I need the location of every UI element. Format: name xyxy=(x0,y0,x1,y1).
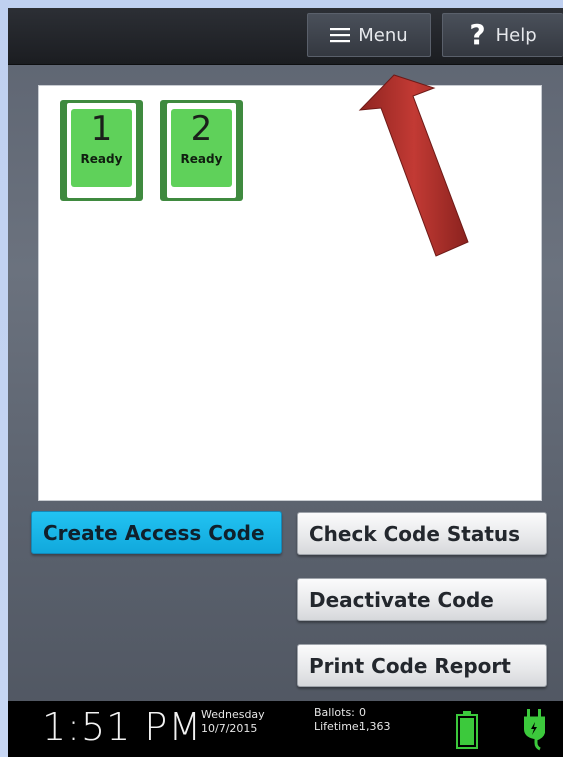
clock-time: 1:51 PM xyxy=(42,705,203,749)
hamburger-icon xyxy=(330,27,351,43)
date-display: Wednesday 10/7/2015 xyxy=(201,708,265,736)
lifetime-value: 1,363 xyxy=(359,720,391,733)
print-code-report-label: Print Code Report xyxy=(309,653,511,678)
deactivate-code-button[interactable]: Deactivate Code xyxy=(297,578,547,621)
battery-icon xyxy=(456,711,478,753)
print-code-report-button[interactable]: Print Code Report xyxy=(297,644,547,687)
question-mark-icon: ? xyxy=(469,18,486,51)
ballots-value: 0 xyxy=(359,706,366,719)
card-status: Ready xyxy=(180,152,223,166)
deactivate-code-label: Deactivate Code xyxy=(309,587,494,612)
check-code-status-button[interactable]: Check Code Status xyxy=(297,512,547,555)
menu-button[interactable]: Menu xyxy=(307,13,431,57)
status-bar: 1:51 PM Wednesday 10/7/2015 Ballots: 0 Li… xyxy=(8,701,563,757)
weekday: Wednesday xyxy=(201,708,265,721)
create-access-code-button[interactable]: Create Access Code xyxy=(31,511,282,554)
create-access-code-label: Create Access Code xyxy=(43,520,265,545)
check-code-status-label: Check Code Status xyxy=(309,521,521,546)
kiosk-screen: Menu ? Help 1 Ready 2 Ready Create Acces… xyxy=(8,8,563,757)
access-card-1[interactable]: 1 Ready xyxy=(60,100,143,201)
card-status: Ready xyxy=(80,152,123,166)
card-number: 1 xyxy=(90,109,113,149)
power-plug-icon xyxy=(523,709,546,755)
ballot-counts: Ballots: 0 Lifetime:1,363 xyxy=(314,706,391,734)
date: 10/7/2015 xyxy=(201,722,258,735)
help-button[interactable]: ? Help xyxy=(442,13,563,57)
card-number: 2 xyxy=(190,109,213,149)
help-label: Help xyxy=(495,24,537,46)
ballots-label: Ballots: xyxy=(314,706,355,719)
access-code-panel: 1 Ready 2 Ready xyxy=(38,85,542,501)
menu-label: Menu xyxy=(358,24,408,46)
access-card-2[interactable]: 2 Ready xyxy=(160,100,243,201)
lifetime-label: Lifetime: xyxy=(314,720,363,733)
top-bar: Menu ? Help xyxy=(8,8,563,65)
